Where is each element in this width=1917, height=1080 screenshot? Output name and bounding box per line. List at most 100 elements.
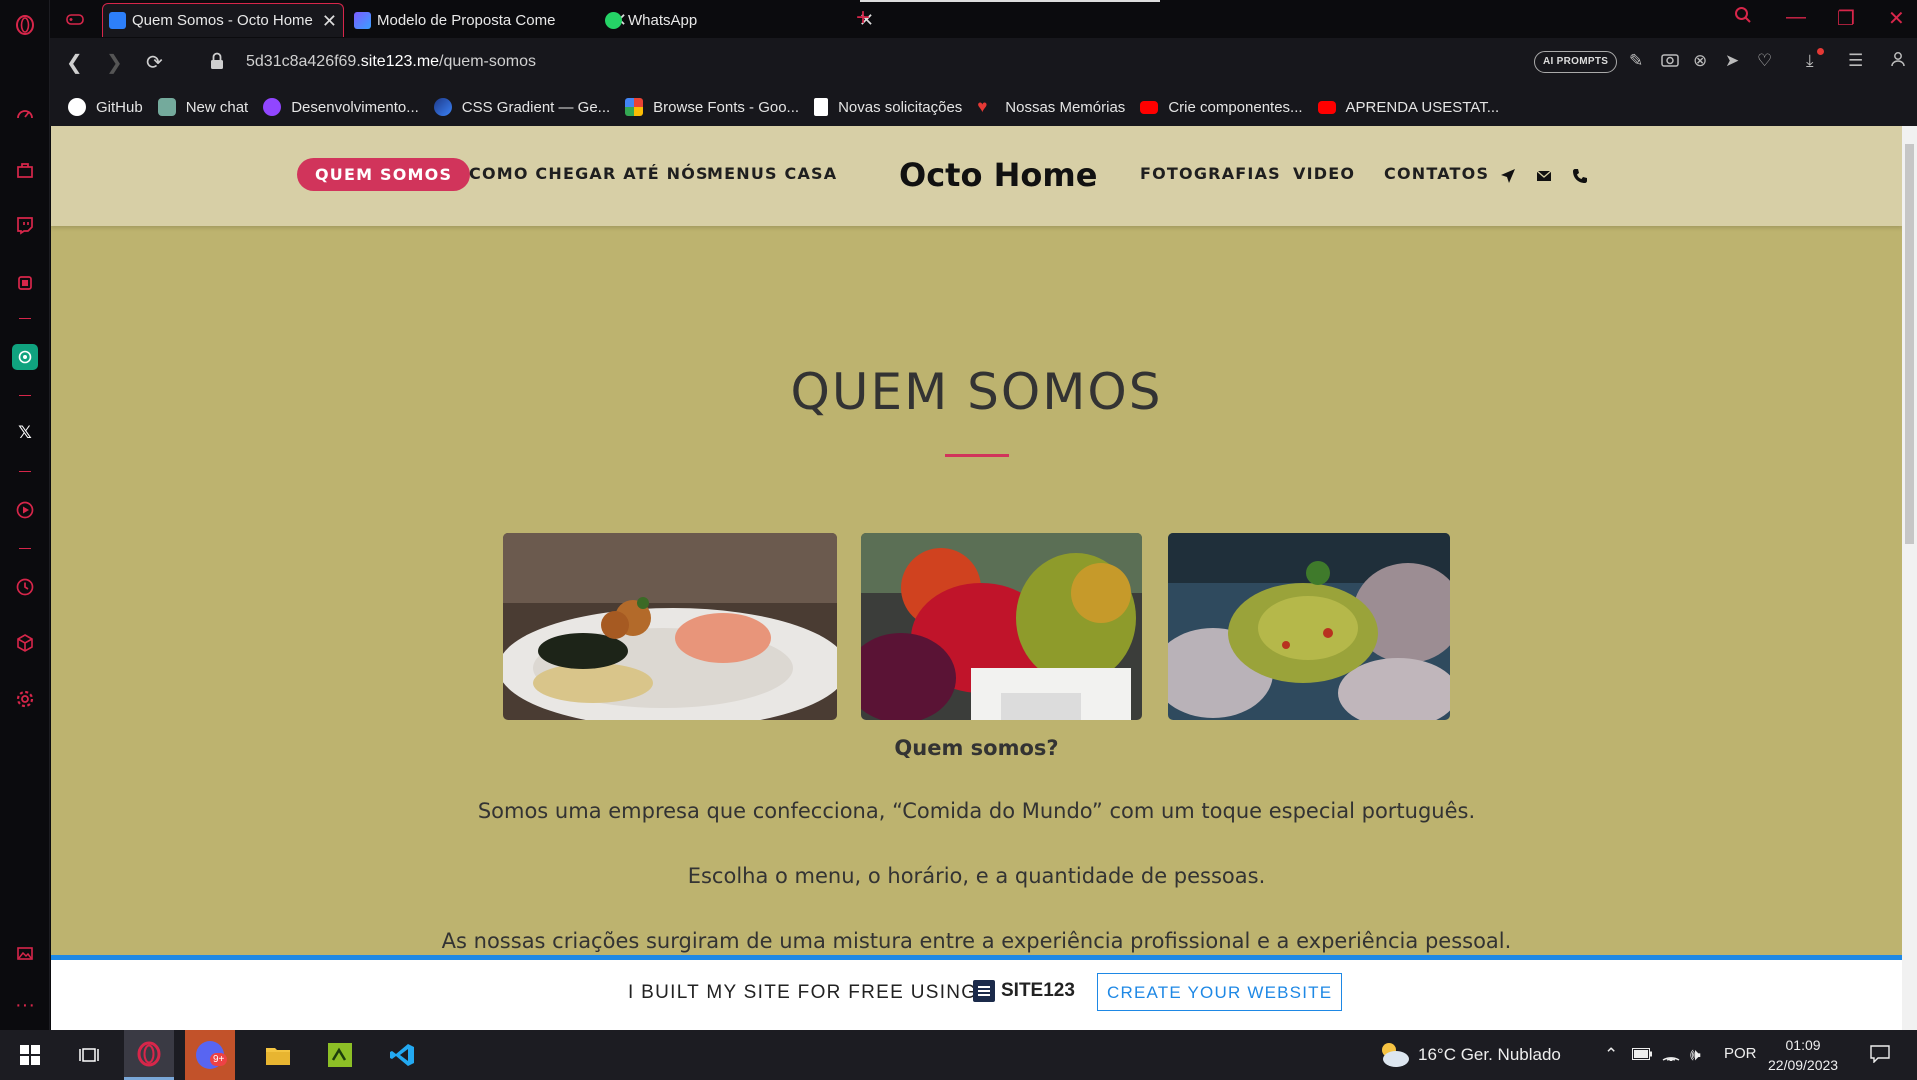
extensions-cube-icon[interactable] (12, 630, 38, 656)
whatsapp-favicon-icon (605, 11, 622, 29)
phone-icon[interactable] (1572, 168, 1588, 184)
bookmark-nossas-memorias[interactable]: ♥ Nossas Memórias (977, 98, 1125, 116)
player-icon[interactable] (12, 497, 38, 523)
twitch-icon[interactable] (12, 212, 38, 238)
envelope-icon[interactable] (1536, 168, 1552, 184)
bookmark-crie-componentes[interactable]: Crie componentes... (1140, 99, 1303, 116)
chatgpt-icon (157, 98, 176, 116)
create-website-button[interactable]: CREATE YOUR WEBSITE (1097, 973, 1343, 1011)
terminal-app-icon[interactable] (315, 1030, 365, 1080)
task-view-icon[interactable] (64, 1030, 114, 1080)
ai-chip-icon[interactable] (12, 270, 38, 296)
site-brand[interactable]: Octo Home (899, 156, 1097, 194)
nav-video[interactable]: VIDEO (1293, 164, 1355, 183)
downloads-icon[interactable]: ⤓ (1806, 48, 1824, 71)
nav-menus-casa[interactable]: MENUS CASA (707, 164, 837, 183)
profile-icon[interactable] (1890, 51, 1906, 72)
close-tab-icon[interactable]: ✕ (322, 11, 337, 32)
volume-icon[interactable]: 🕪 (1690, 1045, 1701, 1065)
history-icon[interactable] (12, 574, 38, 600)
page-scrollbar[interactable] (1902, 126, 1917, 1030)
vscode-icon[interactable] (377, 1030, 427, 1080)
search-tabs-icon[interactable] (1734, 6, 1752, 30)
bookmarks-bar: GitHub New chat Desenvolvimento... CSS G… (50, 88, 1917, 126)
nav-fotografias[interactable]: FOTOGRAFIAS (1140, 164, 1281, 183)
ai-prompts-button[interactable]: AI PROMPTS (1534, 51, 1618, 73)
bookmark-label: APRENDA USESTAT... (1345, 98, 1500, 116)
opera-taskbar-icon[interactable] (124, 1030, 174, 1080)
ad-block-icon[interactable]: ⊗ (1693, 51, 1707, 71)
nav-como-chegar[interactable]: COMO CHEGAR ATÉ NÓS (469, 164, 709, 183)
bookmark-heart-icon[interactable]: ♡ (1757, 51, 1772, 71)
send-icon[interactable]: ➤ (1725, 51, 1739, 71)
reload-button[interactable]: ⟳ (146, 50, 163, 75)
guacamole-photo[interactable] (1168, 533, 1450, 720)
image-gallery-icon[interactable] (12, 940, 38, 966)
forward-button[interactable]: ❯ (106, 50, 123, 75)
language-indicator[interactable]: POR (1724, 1045, 1757, 1062)
bookmark-label: Browse Fonts - Goo... (653, 98, 800, 116)
url-field[interactable]: 5d31c8a426f69.site123.me/quem-somos (246, 53, 536, 71)
discord-taskbar-icon[interactable]: 9+ (185, 1030, 235, 1080)
gaming-controller-icon[interactable] (62, 6, 88, 32)
bookmark-novas-solicitacoes[interactable]: Novas solicitações (814, 98, 962, 116)
sidebar-divider (19, 548, 31, 549)
fruits-photo[interactable] (861, 533, 1142, 720)
back-button[interactable]: ❮ (66, 50, 83, 75)
show-hidden-icons[interactable]: ⌃ (1604, 1045, 1618, 1065)
web-page: QUEM SOMOS COMO CHEGAR ATÉ NÓS MENUS CAS… (51, 126, 1902, 1030)
tab-bar: Quem Somos - Octo Home ✕ Modelo de Propo… (50, 0, 1917, 38)
bookmark-new-chat[interactable]: New chat (157, 98, 249, 116)
opera-logo-icon[interactable] (12, 12, 38, 38)
camera-icon[interactable] (1661, 51, 1679, 72)
tab-whatsapp[interactable]: WhatsApp ✕ (599, 3, 874, 37)
settings-gear-icon[interactable] (12, 686, 38, 712)
more-options-icon[interactable]: ··· (12, 992, 38, 1018)
lock-icon (211, 52, 223, 69)
bookmark-google-fonts[interactable]: Browse Fonts - Goo... (625, 98, 799, 116)
site123-logo-text: SITE123 (1001, 980, 1075, 1001)
url-domain: site123.me (360, 53, 440, 70)
system-clock[interactable]: 01:09 22/09/2023 (1768, 1035, 1838, 1075)
promo-text: I BUILT MY SITE FOR FREE USING (628, 982, 978, 1003)
bookmark-label: New chat (185, 98, 249, 116)
paragraph: Somos uma empresa que confecciona, “Comi… (477, 799, 1476, 823)
nav-contatos[interactable]: CONTATOS (1384, 164, 1489, 183)
bookmark-label: Desenvolvimento... (291, 98, 419, 116)
speed-dial-icon[interactable] (12, 101, 38, 127)
bookmark-github[interactable]: GitHub (68, 98, 143, 116)
easy-setup-icon[interactable]: ☰ (1848, 51, 1863, 71)
wifi-icon[interactable] (1662, 1045, 1680, 1066)
twitch-icon (263, 98, 282, 116)
x-twitter-icon[interactable]: 𝕏 (12, 420, 38, 446)
notifications-icon[interactable] (1870, 1045, 1890, 1068)
tab-quem-somos[interactable]: Quem Somos - Octo Home ✕ (102, 3, 344, 37)
shopping-bag-icon[interactable] (12, 157, 38, 183)
windows-taskbar: 9+ 16°C Ger. Nublado ⌃ 🕪 POR 01:09 22/09… (0, 1030, 1917, 1080)
weather-icon[interactable] (1376, 1040, 1410, 1073)
file-explorer-icon[interactable] (253, 1030, 303, 1080)
weather-text[interactable]: 16°C Ger. Nublado (1418, 1045, 1561, 1065)
windows-start-icon[interactable] (5, 1030, 55, 1080)
food-plate-photo[interactable] (503, 533, 837, 720)
scrollbar-thumb[interactable] (1905, 144, 1914, 544)
sidebar-divider (19, 471, 31, 472)
bookmark-desenvolvimento[interactable]: Desenvolvimento... (263, 98, 419, 116)
location-arrow-icon[interactable] (1500, 168, 1516, 184)
tab-title: Quem Somos - Octo Home (132, 12, 313, 29)
bookmark-aprenda-usestate[interactable]: APRENDA USESTAT... (1317, 98, 1500, 116)
tab-title: Modelo de Proposta Come (377, 11, 556, 29)
nav-quem-somos[interactable]: QUEM SOMOS (297, 158, 471, 191)
snapshot-edit-icon[interactable]: ✎ (1629, 51, 1643, 71)
close-window-button[interactable]: ✕ (1888, 6, 1905, 31)
site123-logo[interactable]: SITE123 (973, 980, 1075, 1002)
minimize-button[interactable]: — (1786, 6, 1806, 29)
battery-icon[interactable] (1632, 1045, 1652, 1065)
new-tab-button[interactable]: + (856, 4, 870, 32)
document-favicon-icon (354, 11, 371, 29)
tab-modelo-proposta[interactable]: Modelo de Proposta Come ✕ (348, 3, 633, 37)
restore-button[interactable]: ❐ (1837, 6, 1855, 31)
paragraph: Escolha o menu, o horário, e a quantidad… (687, 864, 1266, 888)
chatgpt-icon[interactable] (12, 344, 38, 370)
bookmark-css-gradient[interactable]: CSS Gradient — Ge... (433, 98, 610, 116)
